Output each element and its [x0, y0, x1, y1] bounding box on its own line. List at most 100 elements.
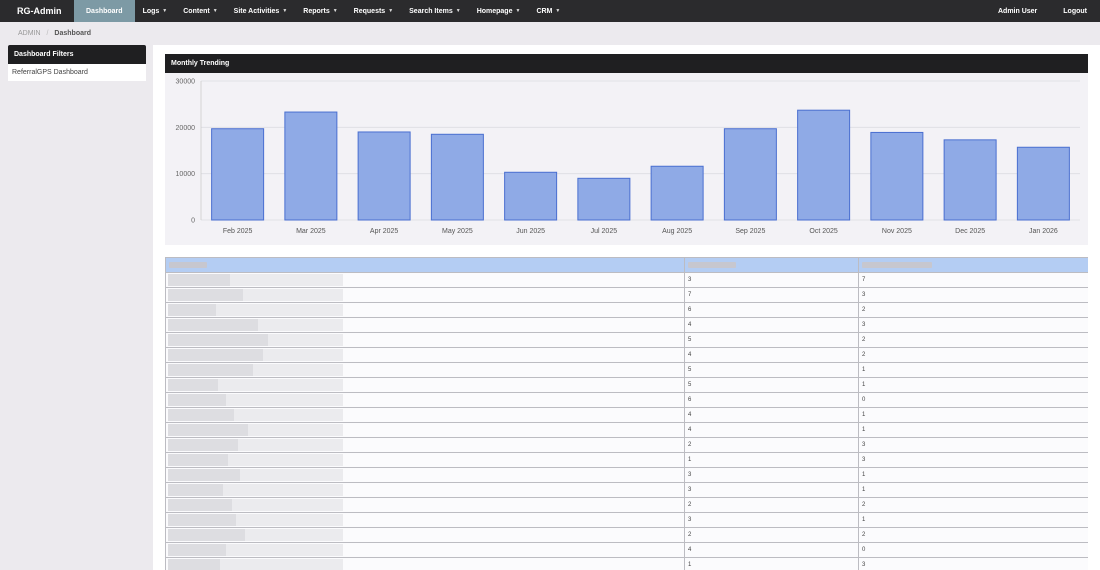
- sidebar-link-dashboard[interactable]: ReferralGPS Dashboard: [8, 64, 146, 81]
- redacted-text: [226, 394, 343, 406]
- row-count-b-cell: 2: [858, 332, 1088, 348]
- chart-bar[interactable]: [723, 128, 777, 221]
- redacted-text: [168, 334, 268, 346]
- row-count-a-cell: 4: [684, 347, 859, 363]
- row-count-b-cell: 7: [858, 272, 1088, 288]
- row-count-b-cell: 1: [858, 467, 1088, 483]
- table-row[interactable]: 13: [165, 452, 1088, 468]
- column-header-name[interactable]: [165, 257, 685, 273]
- row-count-b-cell: 0: [858, 392, 1088, 408]
- nav-item-dashboard[interactable]: Dashboard: [74, 0, 135, 22]
- row-count-a-cell: 4: [684, 422, 859, 438]
- row-name-cell: [165, 347, 685, 363]
- chart-bar[interactable]: [650, 165, 704, 221]
- nav-item-label: Logs: [142, 7, 160, 15]
- user-menu[interactable]: Admin User: [985, 0, 1050, 22]
- row-name-cell: [165, 467, 685, 483]
- redacted-text: [168, 304, 216, 316]
- chart-bar[interactable]: [870, 131, 924, 221]
- chart-bar[interactable]: [211, 128, 265, 221]
- redacted-text: [230, 274, 343, 286]
- redacted-text: [168, 409, 234, 421]
- table-row[interactable]: 62: [165, 302, 1088, 318]
- redacted-text: [168, 274, 230, 286]
- table-row[interactable]: 31: [165, 512, 1088, 528]
- row-count-b-cell: 3: [858, 452, 1088, 468]
- monthly-trending-chart: 0 10000 20000 30000 Feb 2025 Mar 2025 Apr 2025…: [176, 79, 1080, 235]
- caret-down-icon: ▼: [162, 8, 168, 14]
- table-row[interactable]: 31: [165, 467, 1088, 483]
- row-name-cell: [165, 482, 685, 498]
- nav-item-requests[interactable]: Requests ▼: [346, 0, 401, 22]
- nav-item-logs[interactable]: Logs ▼: [135, 0, 176, 22]
- chart-bar[interactable]: [504, 171, 558, 221]
- sidebar: Dashboard Filters ReferralGPS Dashboard: [8, 45, 146, 81]
- chart-bar[interactable]: [943, 139, 997, 221]
- redacted-text: [248, 424, 343, 436]
- table-row[interactable]: 13: [165, 557, 1088, 570]
- chart-bar[interactable]: [797, 109, 851, 221]
- table-row[interactable]: 60: [165, 392, 1088, 408]
- chart-bar[interactable]: [357, 131, 411, 221]
- row-count-a-cell: 6: [684, 392, 859, 408]
- breadcrumb-root[interactable]: ADMIN: [18, 30, 41, 37]
- row-count-b-cell: 1: [858, 512, 1088, 528]
- nav-item-site-activities[interactable]: Site Activities ▼: [226, 0, 296, 22]
- nav-right: Admin User Logout: [985, 0, 1100, 22]
- row-count-a-cell: 2: [684, 497, 859, 513]
- column-header-count-a[interactable]: [684, 257, 859, 273]
- chart-bar[interactable]: [1016, 146, 1070, 221]
- redacted-text: [223, 484, 343, 496]
- x-tick-label: Jul 2025: [591, 228, 618, 235]
- table-row[interactable]: 37: [165, 272, 1088, 288]
- nav-item-label: Reports: [303, 7, 330, 15]
- redacted-text: [168, 319, 258, 331]
- top-navbar: RG-Admin Dashboard Logs ▼ Content ▼ Site Acti…: [0, 0, 1100, 22]
- table-row[interactable]: 22: [165, 497, 1088, 513]
- chart-bar[interactable]: [577, 177, 631, 221]
- redacted-text: [168, 289, 243, 301]
- row-name-cell: [165, 302, 685, 318]
- table-row[interactable]: 41: [165, 422, 1088, 438]
- row-count-a-cell: 5: [684, 377, 859, 393]
- logout-link[interactable]: Logout: [1050, 0, 1100, 22]
- row-count-a-cell: 1: [684, 452, 859, 468]
- redacted-text: [228, 454, 343, 466]
- nav-item-content[interactable]: Content ▼: [175, 0, 225, 22]
- table-row[interactable]: 73: [165, 287, 1088, 303]
- nav-item-crm[interactable]: CRM ▼: [528, 0, 568, 22]
- table-row[interactable]: 52: [165, 332, 1088, 348]
- brand-logo[interactable]: RG-Admin: [0, 6, 74, 16]
- main-content: Monthly Trending 0 10000 20000 30000 Feb 202…: [153, 45, 1100, 570]
- x-tick-label: Mar 2025: [296, 228, 326, 235]
- table-row[interactable]: 41: [165, 407, 1088, 423]
- table-row[interactable]: 42: [165, 347, 1088, 363]
- breadcrumb-separator: /: [46, 30, 49, 37]
- nav-item-search-items[interactable]: Search Items ▼: [401, 0, 469, 22]
- x-tick-label: Oct 2025: [809, 228, 838, 235]
- row-count-b-cell: 3: [858, 557, 1088, 570]
- row-name-cell: [165, 557, 685, 570]
- row-name-cell: [165, 272, 685, 288]
- table-row[interactable]: 22: [165, 527, 1088, 543]
- table-row[interactable]: 51: [165, 362, 1088, 378]
- row-count-b-cell: 2: [858, 302, 1088, 318]
- table-row[interactable]: 51: [165, 377, 1088, 393]
- chart-bar[interactable]: [284, 111, 338, 221]
- nav-item-reports[interactable]: Reports ▼: [295, 0, 345, 22]
- x-tick-label: Jun 2025: [516, 228, 545, 235]
- column-header-count-b[interactable]: [858, 257, 1088, 273]
- row-count-b-cell: 0: [858, 542, 1088, 558]
- table-row[interactable]: 23: [165, 437, 1088, 453]
- row-count-b-cell: 2: [858, 497, 1088, 513]
- table-row[interactable]: 43: [165, 317, 1088, 333]
- nav-item-homepage[interactable]: Homepage ▼: [469, 0, 529, 22]
- chart-bar[interactable]: [430, 133, 484, 221]
- x-tick-label: Nov 2025: [882, 228, 912, 235]
- x-tick-label: Dec 2025: [955, 228, 985, 235]
- table-row[interactable]: 40: [165, 542, 1088, 558]
- breadcrumb: ADMIN / Dashboard: [18, 30, 91, 37]
- redacted-text: [232, 499, 343, 511]
- data-table-wrapper: 3773624352425151604141231331312231224013: [165, 257, 1088, 570]
- table-row[interactable]: 31: [165, 482, 1088, 498]
